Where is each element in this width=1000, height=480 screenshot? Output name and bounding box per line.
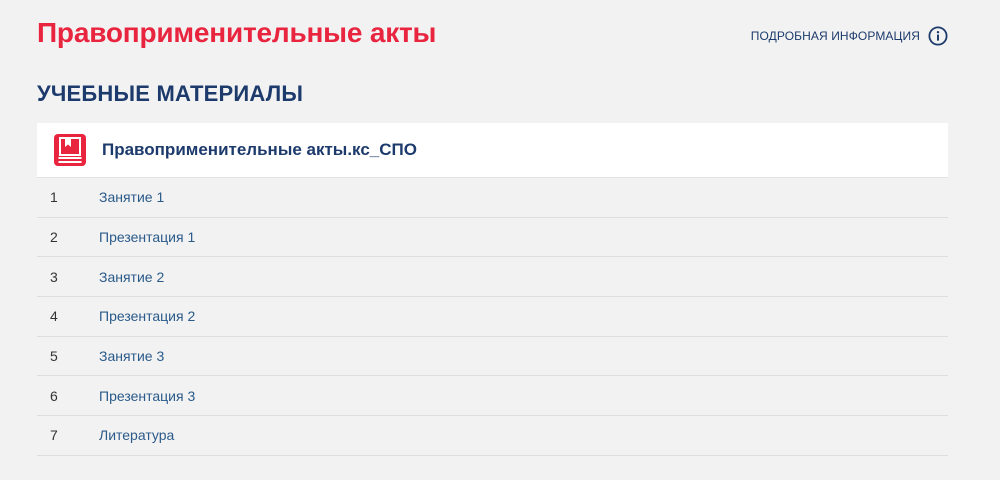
info-circle-icon[interactable] — [928, 26, 948, 46]
material-link-presentation-2[interactable]: Презентация 2 — [99, 308, 195, 324]
more-info-label: ПОДРОБНАЯ ИНФОРМАЦИЯ — [750, 29, 920, 43]
list-item: 5 Занятие 3 — [37, 337, 948, 377]
material-link-lesson-1[interactable]: Занятие 1 — [99, 189, 164, 205]
more-info-link[interactable]: ПОДРОБНАЯ ИНФОРМАЦИЯ — [751, 26, 948, 46]
list-item: 1 Занятие 1 — [37, 178, 948, 218]
material-link-literature[interactable]: Литература — [99, 427, 174, 443]
materials-list: 1 Занятие 1 2 Презентация 1 3 Занятие 2 … — [37, 178, 948, 456]
section-title: УЧЕБНЫЕ МАТЕРИАЛЫ — [37, 81, 304, 106]
course-card: Правоприменительные акты.кс_СПО — [37, 123, 948, 178]
material-link-lesson-3[interactable]: Занятие 3 — [99, 348, 164, 364]
material-link-presentation-1[interactable]: Презентация 1 — [99, 229, 195, 245]
item-number: 1 — [50, 189, 58, 206]
list-item: 6 Презентация 3 — [37, 376, 948, 417]
item-number: 7 — [50, 427, 58, 444]
item-number: 2 — [50, 229, 58, 246]
list-item: 2 Презентация 1 — [37, 218, 948, 258]
item-number: 3 — [50, 268, 58, 285]
list-item: 7 Литература — [37, 416, 948, 456]
page-title: Правоприменительные акты — [37, 17, 437, 48]
list-item: 4 Презентация 2 — [37, 297, 948, 337]
page: Правоприменительные акты ПОДРОБНАЯ ИНФОР… — [0, 0, 1000, 480]
course-name: Правоприменительные акты.кс_СПО — [102, 140, 417, 159]
item-number: 4 — [50, 308, 58, 325]
item-number: 6 — [50, 387, 58, 404]
material-link-lesson-2[interactable]: Занятие 2 — [99, 269, 164, 285]
list-item: 3 Занятие 2 — [37, 257, 948, 298]
material-link-presentation-3[interactable]: Презентация 3 — [99, 388, 195, 404]
item-number: 5 — [50, 348, 58, 365]
book-icon — [52, 132, 88, 168]
